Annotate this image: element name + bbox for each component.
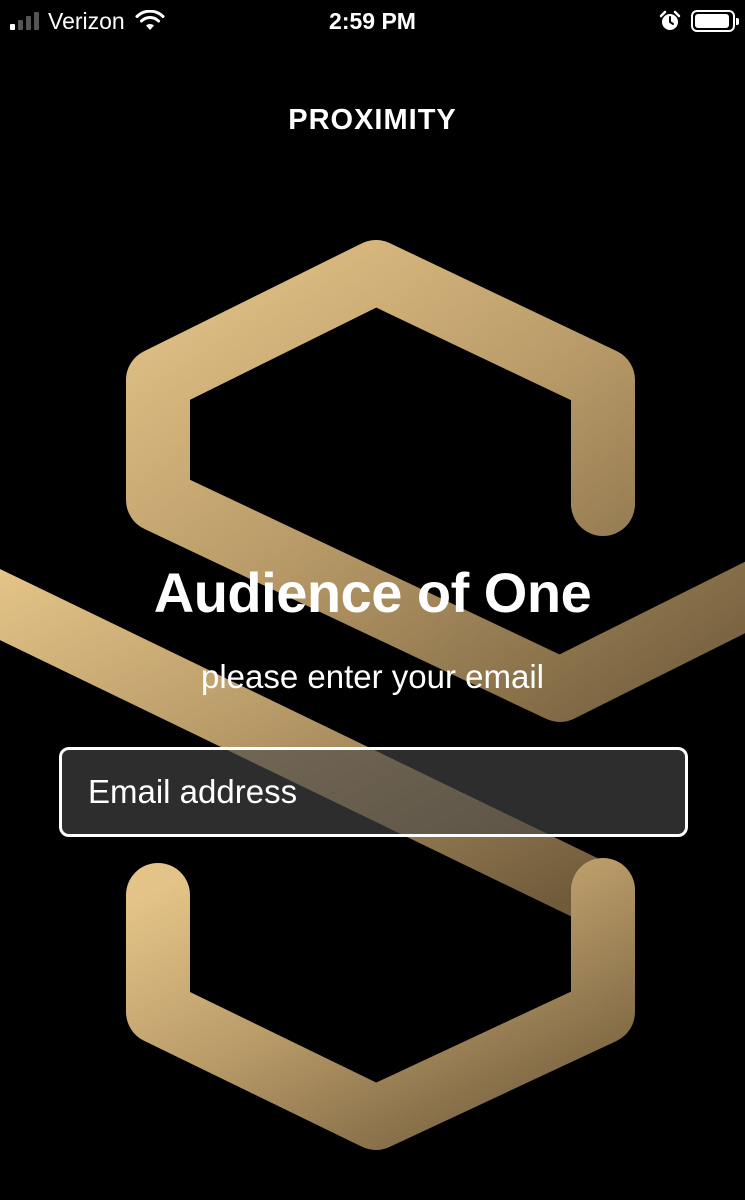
email-input[interactable] — [59, 747, 688, 837]
alarm-icon — [659, 10, 681, 30]
battery-icon — [691, 10, 739, 32]
status-right-group — [659, 6, 739, 36]
app-title: PROXIMITY — [288, 104, 457, 136]
status-time: 2:59 PM — [329, 8, 416, 34]
email-prompt: please enter your email — [200, 658, 545, 695]
page-heading: Audience of One — [153, 561, 592, 624]
status-bar: Verizon 2:59 PM — [0, 0, 745, 44]
